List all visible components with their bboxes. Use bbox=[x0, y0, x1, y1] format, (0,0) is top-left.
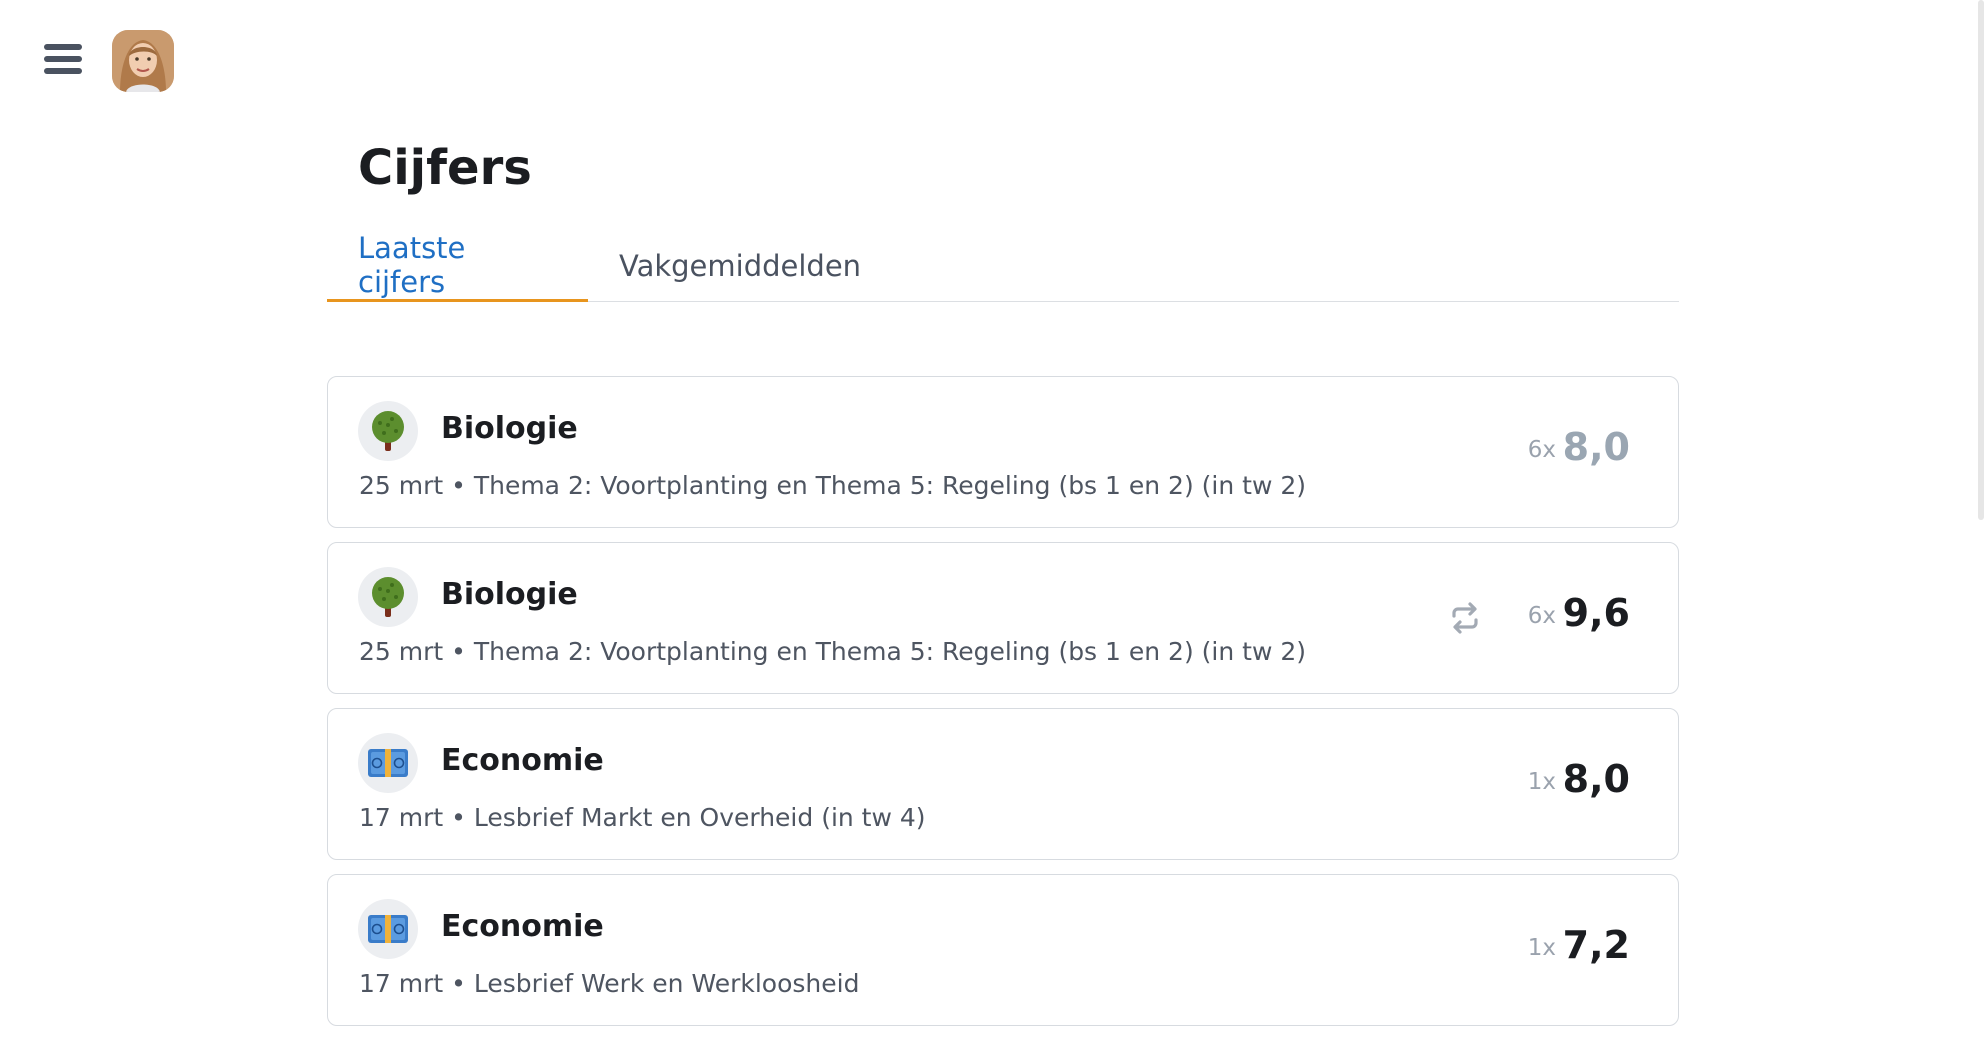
grade-weight: 6x bbox=[1527, 437, 1556, 463]
hamburger-menu-icon[interactable] bbox=[40, 38, 86, 80]
grade-description: 25 mrt • Thema 2: Voortplanting en Thema… bbox=[359, 471, 1307, 500]
subject-name: Economie bbox=[441, 743, 604, 778]
page-scrollbar[interactable] bbox=[1978, 0, 1984, 520]
grade-card[interactable]: Biologie 25 mrt • Thema 2: Voortplanting… bbox=[327, 376, 1679, 528]
tab-laatste-cijfers[interactable]: Laatste cijfers bbox=[327, 230, 588, 302]
grade-description: 17 mrt • Lesbrief Werk en Werkloosheid bbox=[359, 969, 860, 998]
tree-icon bbox=[358, 401, 418, 461]
grade-weight: 6x bbox=[1527, 603, 1556, 629]
grade-value: 8,0 bbox=[1562, 757, 1630, 801]
grade-value: 7,2 bbox=[1562, 923, 1630, 967]
tab-vakgemiddelden[interactable]: Vakgemiddelden bbox=[588, 230, 892, 302]
page-title: Cijfers bbox=[358, 140, 532, 196]
subject-name: Biologie bbox=[441, 411, 578, 446]
repeat-icon bbox=[1452, 602, 1478, 634]
euro-banknote-icon bbox=[358, 733, 418, 793]
subject-name: Biologie bbox=[441, 577, 578, 612]
grade-card[interactable]: Biologie 25 mrt • Thema 2: Voortplanting… bbox=[327, 542, 1679, 694]
user-avatar[interactable] bbox=[112, 30, 174, 92]
tab-bar: Laatste cijfers Vakgemiddelden bbox=[327, 230, 1679, 302]
grade-weight: 1x bbox=[1527, 935, 1556, 961]
subject-name: Economie bbox=[441, 909, 604, 944]
grade-weight: 1x bbox=[1527, 769, 1556, 795]
grade-description: 17 mrt • Lesbrief Markt en Overheid (in … bbox=[359, 803, 926, 832]
grade-value: 8,0 bbox=[1562, 425, 1630, 469]
top-bar bbox=[0, 0, 1984, 120]
grade-card[interactable]: Economie 17 mrt • Lesbrief Markt en Over… bbox=[327, 708, 1679, 860]
tree-icon bbox=[358, 567, 418, 627]
grade-card[interactable]: Economie 17 mrt • Lesbrief Werk en Werkl… bbox=[327, 874, 1679, 1026]
grade-description: 25 mrt • Thema 2: Voortplanting en Thema… bbox=[359, 637, 1307, 666]
grades-list: Biologie 25 mrt • Thema 2: Voortplanting… bbox=[327, 376, 1679, 1040]
euro-banknote-icon bbox=[358, 899, 418, 959]
grade-value: 9,6 bbox=[1562, 591, 1630, 635]
